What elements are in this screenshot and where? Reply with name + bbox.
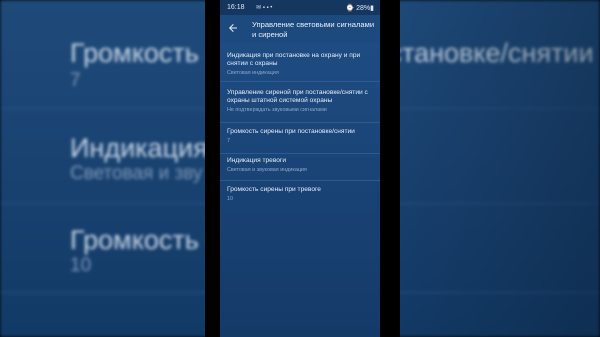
bg-item-2-title: Индикация т <box>70 133 228 163</box>
battery-status: ⌚ 28%▮ <box>345 5 374 12</box>
status-bar: 16:18 ✉ ▪ ▪ • ⌚ 28%▮ <box>220 0 380 15</box>
app-bar: Управление световыми сигналами и сиреной <box>220 15 380 43</box>
setting-value: Не подтверждать звуковыми сигналами <box>227 107 327 113</box>
setting-value: Световая индикация <box>227 70 279 76</box>
bg-item-1-value: 7 <box>70 70 81 91</box>
back-arrow-icon[interactable] <box>227 22 239 34</box>
frame-left <box>205 0 220 337</box>
setting-title: Громкость сирены при тревоге <box>227 186 321 193</box>
setting-siren-control[interactable]: Управление сиреной при постановке/снятии… <box>220 81 380 123</box>
frame-right <box>380 0 400 337</box>
setting-value: 10 <box>227 196 233 202</box>
bg-item-3-value: 10 <box>70 255 92 276</box>
setting-alarm-indication[interactable]: Индикация тревоги Световая и звуковая ин… <box>220 153 380 181</box>
setting-siren-volume-alarm[interactable]: Громкость сирены при тревоге 10 <box>220 180 380 208</box>
status-time: 16:18 <box>227 4 245 11</box>
phone-screen: 16:18 ✉ ▪ ▪ • ⌚ 28%▮ Управление световым… <box>220 0 380 337</box>
setting-title: Индикация при постановке на охрану и при… <box>227 52 361 68</box>
setting-value: 7 <box>227 138 230 144</box>
page-title: Управление световыми сигналами и сиреной <box>252 20 375 39</box>
setting-title: Громкость сирены при постановке/снятии <box>227 128 355 135</box>
setting-arm-indication[interactable]: Индикация при постановке на охрану и при… <box>220 43 380 82</box>
bg-item-2-value: Световая и зву <box>70 163 203 184</box>
setting-value: Световая и звуковая индикация <box>227 167 307 173</box>
setting-title: Управление сиреной при постановке/снятии… <box>227 89 368 105</box>
notification-icons: ✉ ▪ ▪ • <box>256 5 273 11</box>
setting-siren-volume-arm[interactable]: Громкость сирены при постановке/снятии 7 <box>220 122 380 154</box>
setting-title: Индикация тревоги <box>227 157 287 164</box>
